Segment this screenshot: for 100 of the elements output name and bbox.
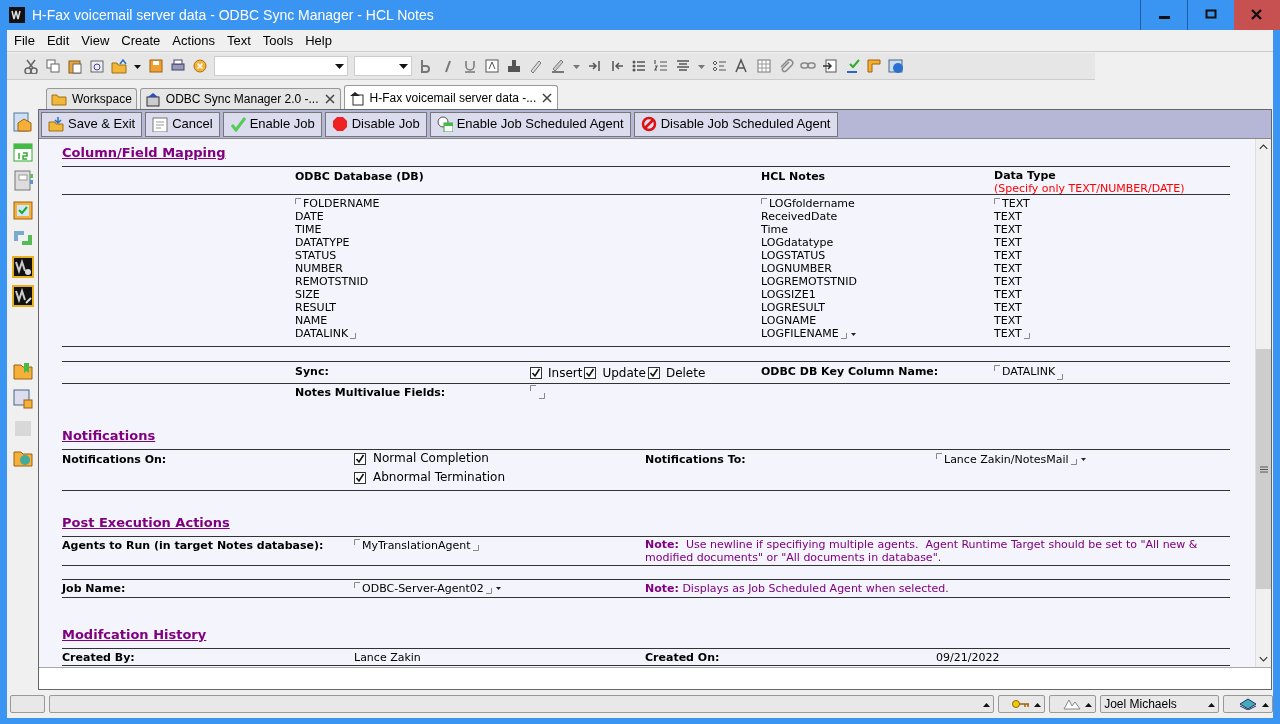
action-button[interactable]: Cancel [145, 111, 220, 137]
action-button[interactable]: Enable Job Scheduled Agent [429, 111, 631, 137]
contacts-icon[interactable] [11, 169, 34, 191]
close-icon[interactable] [323, 93, 336, 105]
action-button[interactable]: Save & Exit [41, 111, 143, 137]
highlighter-icon[interactable] [528, 58, 544, 74]
field-value[interactable]: TEXT [994, 249, 1022, 262]
field-value[interactable]: REMOTSTNID [295, 275, 369, 288]
field-value[interactable]: LOGSIZE1 [761, 288, 816, 301]
field-value[interactable]: TEXT [1002, 197, 1030, 210]
numbered-list-icon[interactable] [653, 58, 669, 74]
status-message-box[interactable] [48, 695, 995, 713]
menu-item[interactable]: File [8, 30, 41, 51]
field-value[interactable]: Time [761, 223, 788, 236]
printer-icon[interactable] [170, 58, 186, 74]
checkbox[interactable] [584, 366, 597, 379]
field-value[interactable]: NUMBER [295, 262, 343, 275]
checkbox[interactable] [647, 366, 660, 379]
status-box[interactable] [1223, 695, 1273, 713]
fill-icon[interactable] [506, 58, 522, 74]
calendar-icon[interactable] [11, 140, 34, 162]
field-value[interactable]: ODBC-Server-Agent02 [362, 581, 484, 595]
field-value[interactable]: TEXT [994, 327, 1022, 340]
field-value[interactable]: LOGSTATUS [761, 249, 826, 262]
todo-icon[interactable] [11, 198, 34, 220]
checkbox[interactable] [354, 452, 366, 465]
tab[interactable]: Workspace [46, 88, 137, 109]
scroll-thumb[interactable] [1256, 349, 1271, 589]
section-heading[interactable]: Post Execution Actions [62, 513, 1230, 531]
list-icon[interactable] [712, 58, 728, 74]
field-value[interactable]: MyTranslationAgent [362, 538, 471, 552]
field-value[interactable]: LOGNAME [761, 314, 817, 327]
user-dropdown[interactable]: Joel Michaels [1100, 695, 1220, 713]
save-icon[interactable] [148, 58, 164, 74]
action-button[interactable]: Enable Job [222, 111, 322, 137]
pencil-logo-icon[interactable] [11, 285, 34, 307]
pen-icon[interactable] [550, 58, 566, 74]
spellcheck-icon[interactable] [844, 58, 860, 74]
gear-logo-icon[interactable] [11, 256, 34, 278]
close-icon[interactable] [1234, 0, 1280, 30]
underline-icon[interactable] [462, 58, 478, 74]
align-icon[interactable] [675, 58, 691, 74]
paperclip-icon[interactable] [778, 58, 794, 74]
bullet-list-icon[interactable] [631, 58, 647, 74]
field-value[interactable]: TIME [295, 223, 322, 236]
section-heading[interactable]: Modifcation History [62, 625, 1230, 643]
dropdown-icon[interactable] [1079, 456, 1087, 462]
field-value[interactable]: LOGRESULT [761, 301, 825, 314]
menu-item[interactable]: View [75, 30, 116, 51]
field-value[interactable]: TEXT [994, 223, 1022, 236]
dropdown-icon[interactable] [494, 585, 502, 591]
styles-icon[interactable] [734, 58, 750, 74]
size-combo[interactable] [354, 56, 412, 76]
paste-icon[interactable] [67, 58, 83, 74]
field-value[interactable]: NAME [295, 314, 328, 327]
indent-icon[interactable] [587, 58, 603, 74]
menu-item[interactable]: Tools [256, 30, 300, 51]
field-value[interactable]: LOGdatatype [761, 236, 834, 249]
menu-item[interactable]: Edit [40, 30, 76, 51]
section-heading[interactable]: Notifications [62, 426, 1230, 444]
folder-icon[interactable] [111, 58, 127, 74]
field-value[interactable]: TEXT [994, 236, 1022, 249]
ruler-icon[interactable] [866, 58, 882, 74]
status-box[interactable] [998, 695, 1046, 713]
cancel-icon[interactable] [192, 58, 208, 74]
field-value[interactable]: TEXT [994, 275, 1022, 288]
field-value[interactable]: TEXT [994, 301, 1022, 314]
action-button[interactable]: Disable Job Scheduled Agent [633, 111, 838, 137]
tab[interactable]: H-Fax voicemail server data -... [343, 85, 559, 109]
field-value[interactable]: STATUS [295, 249, 337, 262]
field-value[interactable]: DATALINK [1002, 364, 1056, 381]
outdent-icon[interactable] [609, 58, 625, 74]
field-value[interactable]: DATE [295, 210, 324, 223]
section-heading[interactable]: Column/Field Mapping [62, 143, 1230, 161]
copy-icon[interactable] [45, 58, 61, 74]
table-icon[interactable] [756, 58, 772, 74]
field-value[interactable]: TEXT [994, 262, 1022, 275]
field-value[interactable]: LOGREMOTSTNID [761, 275, 858, 288]
checkbox[interactable] [354, 471, 366, 484]
menu-item[interactable]: Create [115, 30, 167, 51]
field-value[interactable]: TEXT [994, 288, 1022, 301]
field-value[interactable]: SIZE [295, 288, 320, 301]
menu-item[interactable]: Actions [166, 30, 221, 51]
field-value[interactable]: TEXT [994, 314, 1022, 327]
field-value[interactable]: DATATYPE [295, 236, 350, 249]
field-value[interactable]: DATALINK [295, 327, 349, 340]
action-button[interactable]: Disable Job [324, 111, 427, 137]
import-icon[interactable] [822, 58, 838, 74]
field-value[interactable]: LOGfoldername [769, 197, 855, 210]
field-value[interactable]: FOLDERNAME [303, 197, 380, 210]
tab[interactable]: ODBC Sync Manager 2.0 -... [139, 88, 341, 109]
field-value[interactable]: RESULT [295, 301, 336, 314]
close-icon[interactable] [541, 91, 554, 104]
dropdown-icon[interactable] [849, 330, 857, 337]
menu-item[interactable]: Text [221, 30, 257, 51]
field-value[interactable]: Lance Zakin/NotesMail [944, 452, 1069, 466]
field-value[interactable]: LOGFILENAME [761, 327, 839, 340]
checkbox[interactable] [530, 366, 542, 379]
field-value[interactable]: ReceivedDate [761, 210, 838, 223]
menu-item[interactable]: Help [299, 30, 338, 51]
